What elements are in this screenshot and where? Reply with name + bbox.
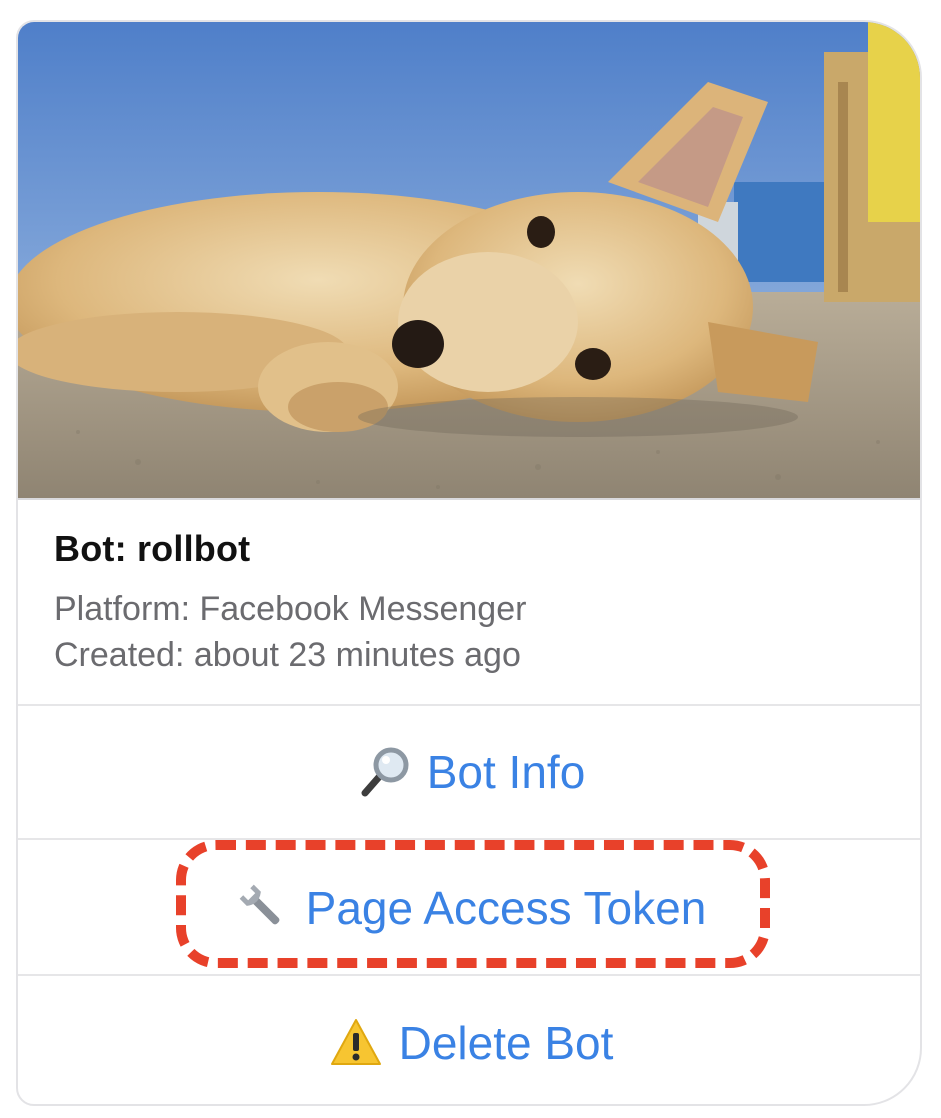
- magnifier-icon: [357, 745, 411, 799]
- page-access-token-button[interactable]: Page Access Token: [18, 842, 920, 976]
- bot-details: Bot: rollbot Platform: Facebook Messenge…: [18, 498, 920, 706]
- bot-info-button[interactable]: Bot Info: [18, 706, 920, 840]
- warning-icon: [329, 1016, 383, 1070]
- bot-info-label: Bot Info: [426, 746, 586, 798]
- wrench-icon: [236, 881, 290, 935]
- bot-cover-image: [18, 22, 920, 500]
- bot-card: Bot: rollbot Platform: Facebook Messenge…: [16, 20, 922, 1106]
- delete-bot-label: Delete Bot: [398, 1017, 614, 1069]
- bot-title: Bot: rollbot: [54, 528, 251, 569]
- page-access-token-label: Page Access Token: [305, 882, 707, 934]
- bot-platform: Platform: Facebook Messenger: [54, 590, 527, 628]
- delete-bot-button[interactable]: Delete Bot: [18, 978, 920, 1104]
- bot-created: Created: about 23 minutes ago: [54, 636, 521, 674]
